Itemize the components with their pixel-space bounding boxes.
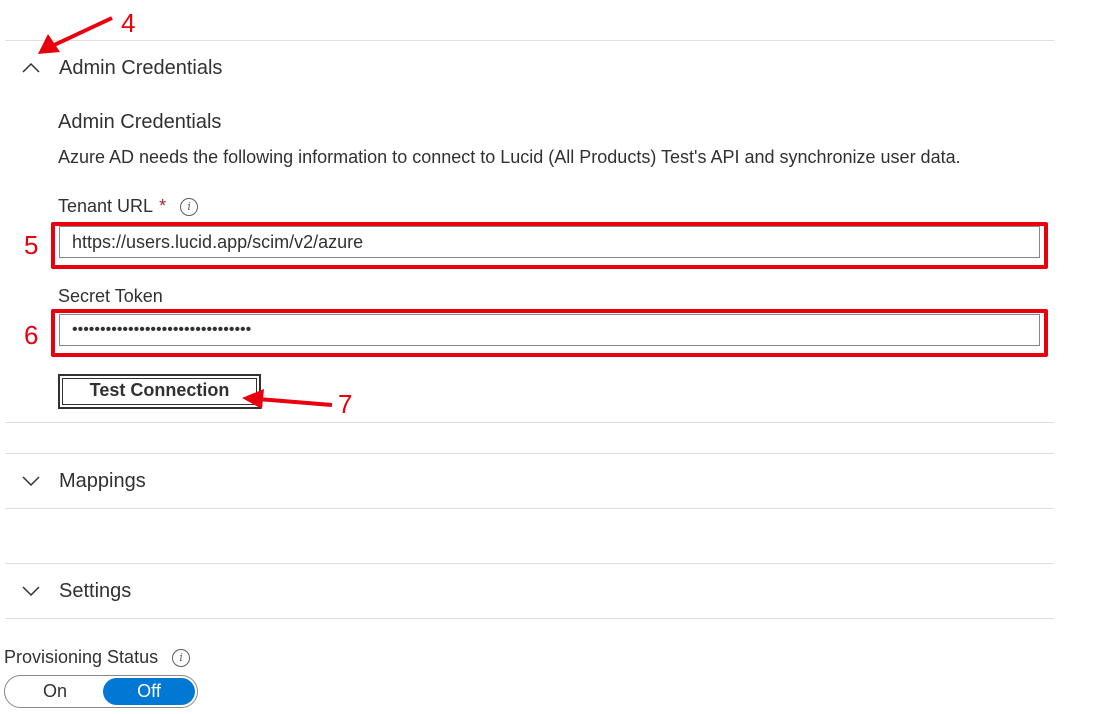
- callout-7: 7: [338, 389, 353, 419]
- tenant-url-input[interactable]: https://users.lucid.app/scim/v2/azure: [59, 226, 1040, 258]
- required-asterisk: *: [159, 196, 167, 216]
- chevron-down-icon: [22, 476, 40, 487]
- annotation-arrow-7: [242, 389, 333, 409]
- admin-credentials-subtitle: Admin Credentials: [58, 111, 222, 133]
- provisioning-status-row: Provisioning Status i: [4, 647, 191, 668]
- divider-before-settings: [5, 563, 1054, 564]
- tenant-url-label: Tenant URL: [58, 196, 154, 216]
- admin-credentials-description: Azure AD needs the following information…: [58, 147, 961, 167]
- secret-token-label: Secret Token: [58, 286, 163, 306]
- divider-after-admin: [5, 422, 1054, 423]
- divider-before-mappings: [5, 453, 1054, 454]
- chevron-down-icon: [22, 586, 40, 597]
- info-icon[interactable]: i: [172, 648, 191, 667]
- chevron-up-icon: [22, 62, 40, 73]
- toggle-off-option[interactable]: Off: [103, 678, 195, 705]
- divider-after-settings: [5, 618, 1054, 619]
- divider-after-mappings: [5, 508, 1054, 509]
- divider-top: [5, 40, 1054, 41]
- secret-token-input[interactable]: ••••••••••••••••••••••••••••••••: [59, 314, 1040, 346]
- callout-6: 6: [24, 320, 39, 350]
- annotation-arrow-4: [38, 16, 113, 54]
- provisioning-status-toggle[interactable]: On Off: [4, 675, 198, 708]
- admin-credentials-header-title: Admin Credentials: [59, 56, 223, 79]
- toggle-on-option[interactable]: On: [6, 677, 104, 706]
- test-connection-button[interactable]: Test Connection: [58, 374, 261, 409]
- settings-header[interactable]: Settings: [5, 571, 1054, 611]
- callout-5: 5: [24, 230, 39, 260]
- tenant-url-label-row: Tenant URL * i: [58, 196, 199, 217]
- settings-header-title: Settings: [59, 579, 132, 602]
- admin-credentials-header[interactable]: Admin Credentials: [5, 48, 1054, 88]
- callout-4: 4: [121, 8, 136, 38]
- provisioning-status-label: Provisioning Status: [4, 647, 159, 667]
- mappings-header-title: Mappings: [59, 469, 146, 492]
- mappings-header[interactable]: Mappings: [5, 461, 1054, 501]
- info-icon[interactable]: i: [180, 197, 199, 216]
